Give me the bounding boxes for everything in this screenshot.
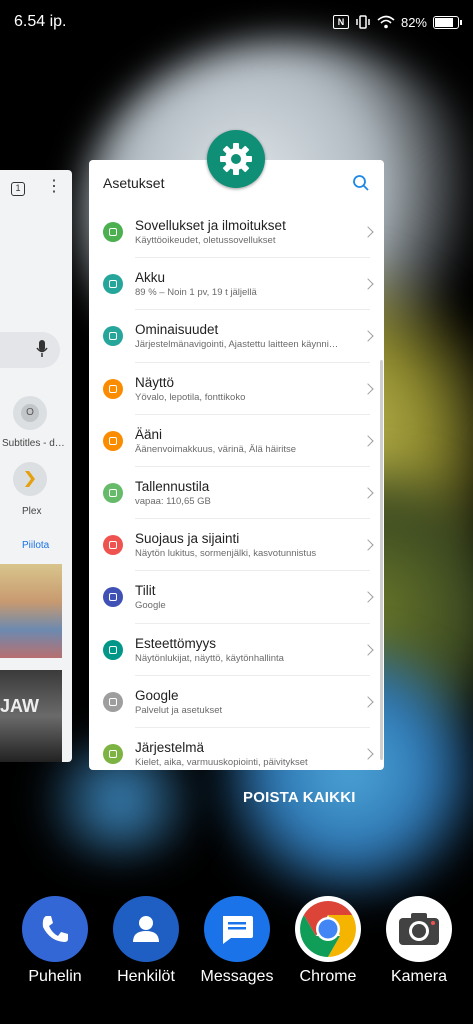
settings-item[interactable]: Näyttö Yövalo, lepotila, fonttikoko — [89, 363, 384, 415]
dock-app-phone[interactable]: Puhelin — [10, 896, 100, 986]
chevron-right-icon — [362, 591, 374, 604]
scrollbar[interactable] — [380, 360, 383, 760]
settings-item-label: Tallennustila — [135, 479, 210, 495]
chevron-right-icon — [362, 748, 374, 760]
search-bar[interactable] — [0, 332, 60, 368]
lock-icon — [103, 535, 123, 556]
settings-item-label: Akku — [135, 270, 166, 286]
dock-app-contacts[interactable]: Henkilöt — [101, 896, 191, 986]
chevron-right-icon — [362, 487, 374, 499]
dock: Puhelin Henkilöt Messages Chrome Kamera — [0, 896, 473, 996]
battery-icon — [103, 274, 123, 295]
settings-item-subtitle: Näytön lukitus, sormenjälki, kasvotunnis… — [135, 548, 317, 560]
recent-app-card-settings[interactable]: Asetukset Sovellukset ja ilmoitukset Käyt… — [89, 160, 384, 770]
settings-item-label: Järjestelmä — [135, 739, 205, 755]
dock-app-messages[interactable]: Messages — [192, 896, 282, 986]
info-icon — [103, 743, 123, 764]
settings-item[interactable]: Ääni Äänenvoimakkuus, värinä, Älä häirits… — [89, 415, 384, 468]
messages-icon — [204, 896, 270, 962]
chevron-right-icon — [362, 382, 374, 395]
chevron-right-icon — [362, 643, 374, 656]
settings-item-subtitle: Käyttöoikeudet, oletussovellukset — [135, 235, 276, 247]
settings-item-subtitle: Äänenvoimakkuus, värinä, Älä häiritse — [135, 443, 297, 455]
settings-item-subtitle: Yövalo, lepotila, fonttikoko — [135, 391, 246, 403]
chrome-icon — [295, 896, 361, 962]
settings-item-label: Tilit — [135, 583, 156, 599]
plex-icon[interactable] — [13, 462, 47, 496]
mic-icon[interactable] — [36, 340, 48, 358]
settings-item-subtitle: 89 % – Noin 1 pv, 19 t jäljellä — [135, 287, 257, 299]
dock-label: Messages — [200, 968, 274, 985]
status-time: 6.54 ip. — [14, 13, 67, 30]
suggestion-icon[interactable]: O — [13, 396, 47, 430]
chevron-right-icon — [362, 330, 374, 343]
gear-icon — [220, 143, 252, 175]
clear-all-button[interactable]: POISTA KAIKKI — [243, 789, 356, 806]
settings-item[interactable]: Järjestelmä Kielet, aika, varmuuskopioint… — [89, 728, 384, 770]
storage-icon — [103, 483, 123, 504]
settings-item[interactable]: Google Palvelut ja asetukset — [89, 676, 384, 729]
settings-item-label: Suojaus ja sijainti — [135, 531, 240, 547]
chevron-right-icon — [362, 226, 374, 238]
battery-icon — [433, 15, 462, 29]
dock-label: Puhelin — [28, 968, 82, 985]
google-icon — [103, 691, 123, 712]
tab-count[interactable]: 1 — [11, 182, 25, 196]
settings-item-label: Näyttö — [135, 374, 175, 390]
vibrate-icon — [356, 15, 370, 29]
settings-item-subtitle: Kielet, aika, varmuuskopiointi, päivityk… — [135, 756, 308, 768]
settings-item[interactable]: Tallennustila vapaa: 110,65 GB — [89, 467, 384, 520]
hide-link[interactable]: Piilota — [22, 540, 49, 551]
gesture-hand-icon — [103, 326, 123, 347]
photo-thumbnail[interactable]: JAW — [0, 670, 62, 762]
phone-icon — [22, 896, 88, 962]
settings-item-subtitle: vapaa: 110,65 GB — [135, 496, 211, 508]
settings-item[interactable]: Ominaisuudet Järjestelmänavigointi, Ajast… — [89, 310, 384, 363]
dock-label: Kamera — [390, 968, 448, 985]
chevron-right-icon — [362, 278, 374, 290]
settings-item[interactable]: Suojaus ja sijainti Näytön lukitus, sorme… — [89, 519, 384, 572]
settings-item[interactable]: Esteettömyys Näytönlukijat, näyttö, käytö… — [89, 624, 384, 676]
settings-item[interactable]: Tilit Google — [89, 571, 384, 624]
settings-item-subtitle: Palvelut ja asetukset — [135, 704, 223, 716]
brightness-icon — [103, 378, 123, 399]
settings-item-label: Esteettömyys — [135, 635, 217, 651]
settings-list: Sovellukset ja ilmoitukset Käyttöoikeudet… — [89, 206, 384, 770]
nfc-icon: N — [332, 15, 349, 29]
settings-item[interactable]: Sovellukset ja ilmoitukset Käyttöoikeudet… — [89, 206, 384, 259]
contacts-icon — [113, 896, 179, 962]
volume-icon — [103, 430, 123, 451]
settings-item[interactable]: Akku 89 % – Noin 1 pv, 19 t jäljellä — [89, 258, 384, 311]
dock-label: Chrome — [299, 968, 357, 985]
accessibility-icon — [103, 639, 123, 660]
settings-item-subtitle: Google — [135, 600, 166, 612]
settings-app-icon[interactable] — [207, 130, 265, 188]
search-icon[interactable] — [352, 174, 370, 192]
dock-app-chrome[interactable]: Chrome — [283, 896, 373, 986]
wifi-icon — [377, 15, 395, 29]
chevron-right-icon — [362, 539, 374, 551]
dock-label: Henkilöt — [117, 968, 175, 985]
settings-item-label: Ominaisuudet — [135, 322, 219, 338]
settings-item-subtitle: Järjestelmänavigointi, Ajastettu laittee… — [135, 339, 339, 351]
chevron-right-icon — [362, 696, 374, 708]
settings-item-subtitle: Näytönlukijat, näyttö, käytönhallinta — [135, 652, 284, 664]
settings-item-label: Sovellukset ja ilmoitukset — [135, 218, 286, 234]
chevron-right-icon — [362, 435, 374, 447]
apps-grid-icon — [103, 222, 123, 243]
settings-item-label: Ääni — [135, 426, 163, 442]
battery-percent: 82% — [400, 14, 427, 30]
comic-thumbnail[interactable] — [0, 564, 62, 658]
settings-item-label: Google — [135, 687, 179, 703]
settings-title: Asetukset — [103, 175, 165, 191]
recent-app-card-browser[interactable]: 1 ⋮ O Subtitles - d… Plex Piilota JAW — [0, 170, 72, 762]
suggestion-label: Subtitles - d… — [2, 438, 65, 449]
camera-icon — [386, 896, 452, 962]
overflow-menu-icon[interactable]: ⋮ — [46, 179, 62, 195]
status-bar: 6.54 ip. N 82% — [0, 0, 473, 44]
plex-label: Plex — [22, 506, 42, 517]
dock-app-camera[interactable]: Kamera — [374, 896, 464, 986]
account-icon — [103, 587, 123, 608]
